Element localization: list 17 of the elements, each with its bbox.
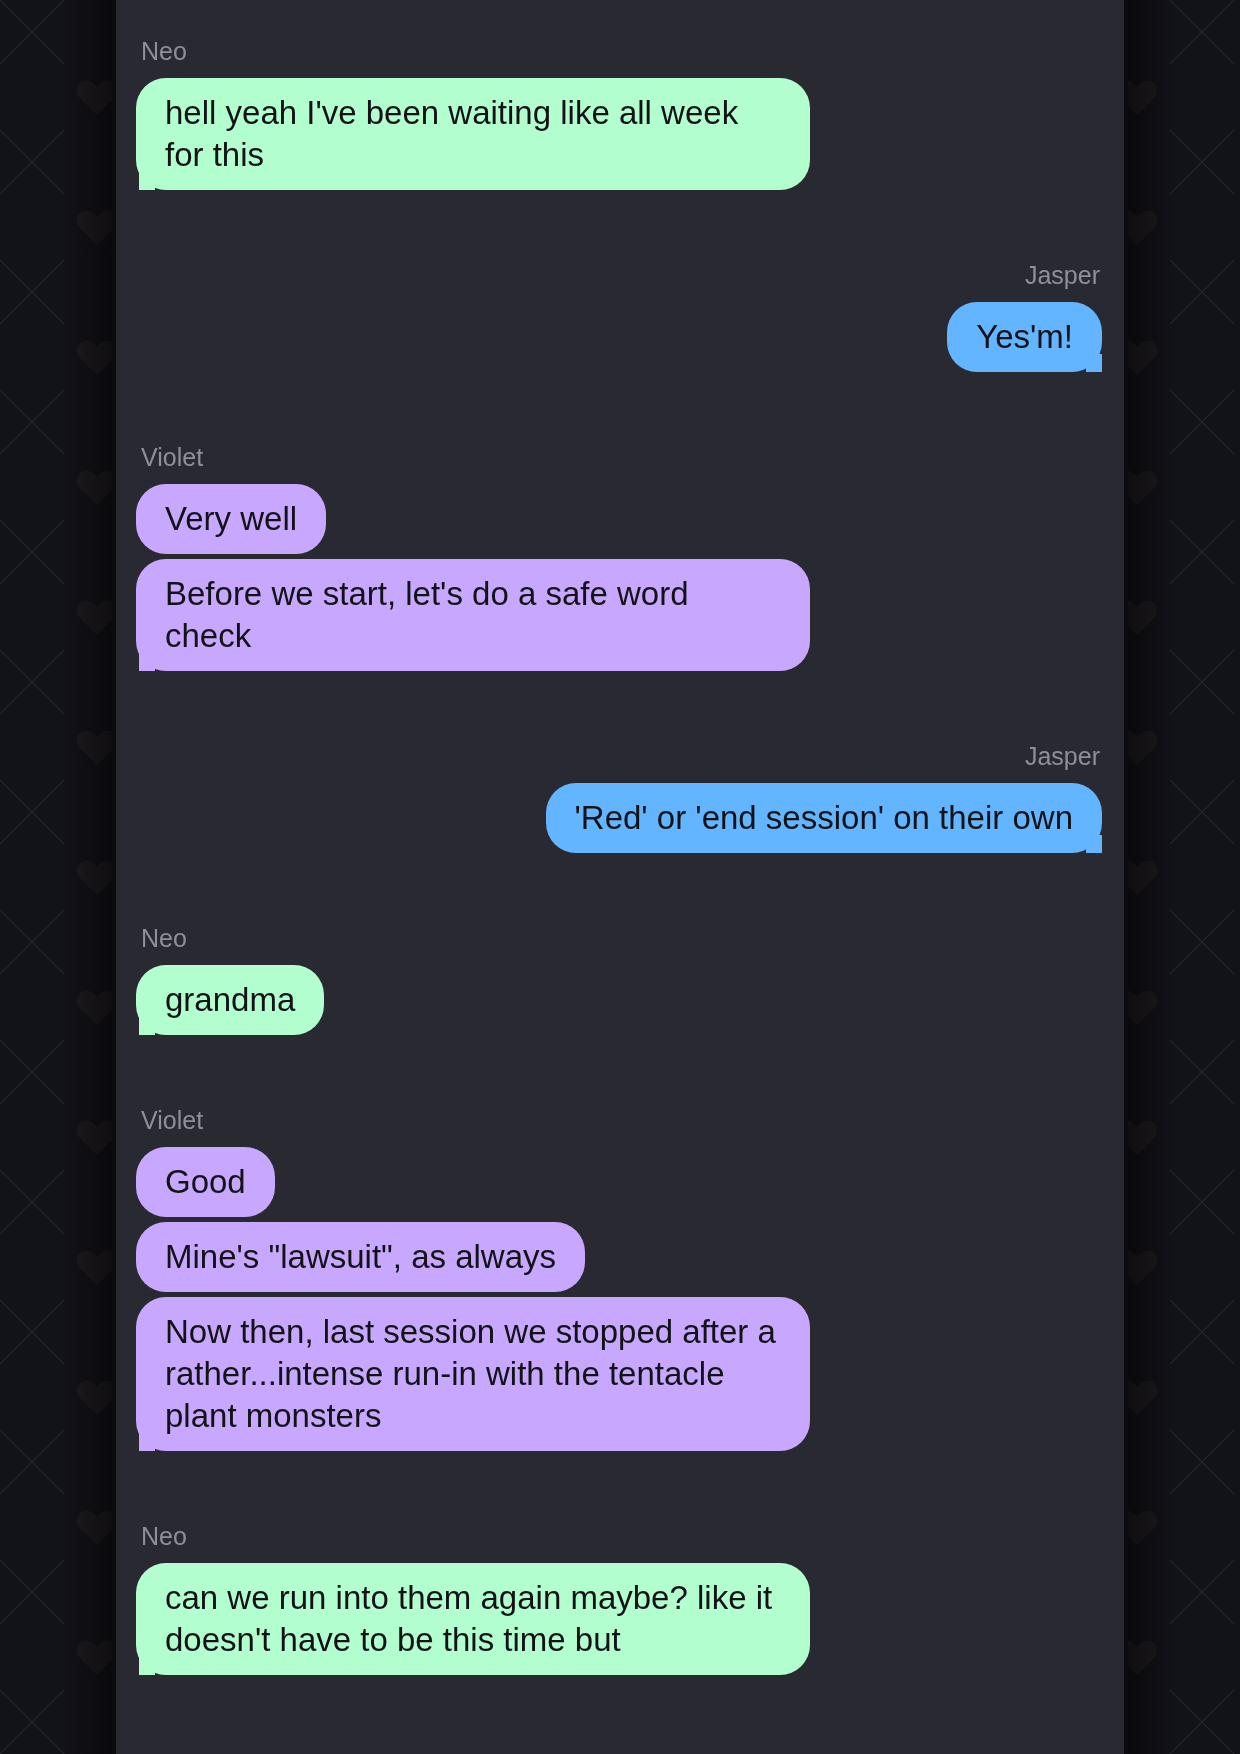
- sender-name: Violet: [140, 443, 205, 471]
- message-bubble: Before we start, let's do a safe word check: [136, 559, 810, 671]
- message-bubble: can we run into them again maybe? like it doesn't have to be this time but: [136, 1563, 810, 1675]
- message-bubble: Yes'm!: [947, 302, 1102, 372]
- sender-name: Violet: [140, 1106, 205, 1134]
- message-bubble: Very well: [136, 484, 327, 554]
- sender-name: Neo: [140, 1522, 188, 1550]
- sender-name: Neo: [140, 37, 188, 65]
- message-bubble: hell yeah I've been waiting like all week for this: [136, 78, 810, 190]
- message-bubble: 'Red' or 'end session' on their own: [545, 783, 1102, 853]
- sender-name: Jasper: [1023, 261, 1101, 289]
- message-bubble: Good: [136, 1147, 275, 1217]
- message-bubble: Now then, last session we stopped after a rather...intense run-in with the tentacle plant monsters: [136, 1297, 810, 1451]
- sender-name: Neo: [140, 924, 188, 952]
- sender-name: Jasper: [1023, 742, 1101, 770]
- message-bubble: Mine's "lawsuit", as always: [136, 1222, 586, 1292]
- message-bubble: grandma: [136, 965, 325, 1035]
